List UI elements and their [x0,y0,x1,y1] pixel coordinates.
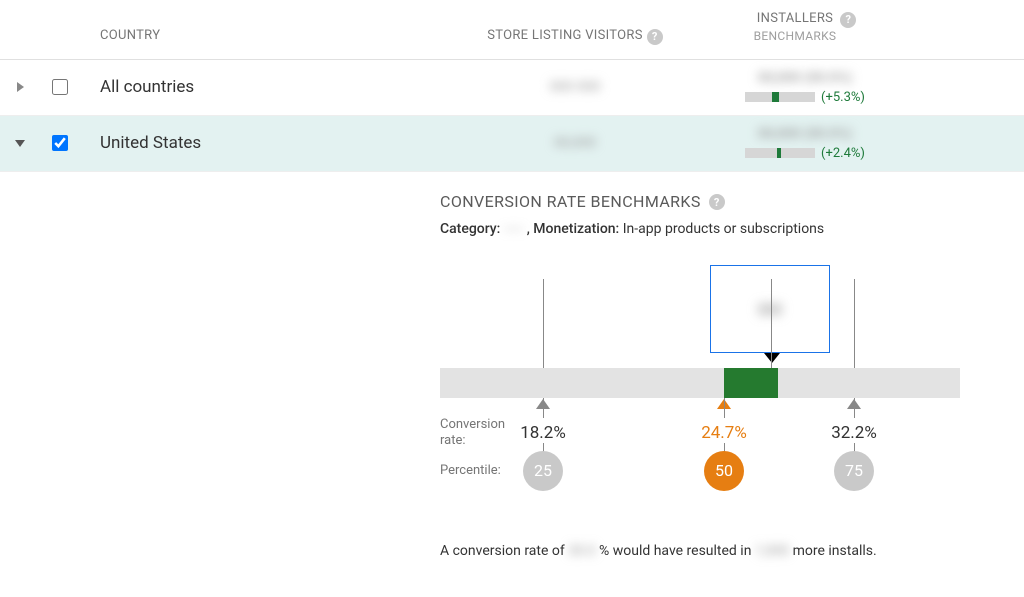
tick-line [543,279,544,368]
visitors-header: STORE LISTING VISITORS ? [460,27,690,45]
installers-value: 00,000 (00.0%) [758,126,852,142]
country-cell: All countries [80,77,460,97]
monetization-label: , Monetization: [527,221,620,237]
benchmark-chart: ●● Conversion rate: 18.2% 24.7% 32.2% Pe… [440,265,960,525]
benchmarks-section: CONVERSION RATE BENCHMARKS ? Category: -… [0,172,980,579]
footer-blur-2: 1,000 [755,543,789,559]
category-label: Category: [440,221,500,237]
tick-line [543,398,544,418]
benchmark-delta: (+2.4%) [821,146,865,161]
help-icon[interactable]: ? [840,12,856,28]
monetization-value: In-app products or subscriptions [623,221,824,237]
visitors-value: 00,000 [554,135,596,151]
conversion-rate-label: Conversion rate: [440,417,528,448]
table-row[interactable]: All countries 000 000 00,000 (00.0%) (+5.3%… [0,60,1024,116]
chevron-right-icon[interactable] [0,82,40,92]
checkbox-input[interactable] [52,135,68,151]
benchmark-mini-bar [745,92,815,102]
visitors-cell: 00,000 [460,135,690,151]
category-value: ----- [504,221,523,237]
table-header: COUNTRY STORE LISTING VISITORS ? INSTALL… [0,0,1024,60]
benchmark-track [440,368,960,398]
percentile-label: Percentile: [440,463,528,479]
visitors-cell: 000 000 [460,79,690,95]
country-cell: United States [80,133,460,153]
tick-line [854,279,855,368]
benchmarks-title-label: CONVERSION RATE BENCHMARKS [440,192,701,211]
row-checkbox [40,79,80,95]
benchmark-mini-bar-row: (+5.3%) [745,90,865,105]
rate-p25: 18.2% [520,423,566,443]
percentile-badge-75: 75 [834,451,874,491]
chevron-down-icon[interactable] [0,138,40,148]
footer-text-a: A conversion rate of [440,543,568,559]
row-checkbox [40,135,80,151]
benchmarks-header-label: BENCHMARKS [754,28,837,45]
country-header-label: COUNTRY [100,28,160,43]
benchmark-meta: Category: ----- , Monetization: In-app p… [440,221,980,237]
marker-pointer-icon [764,353,780,363]
country-name: United States [100,133,201,153]
benchmark-mini-bar [745,148,815,158]
benchmark-mini-bar-fill [777,148,781,158]
benchmark-delta: (+5.3%) [821,90,865,105]
installers-value: 00,000 (00.0%) [758,70,852,86]
tooltip-content: ●● [758,296,782,321]
rate-p75: 32.2% [831,423,877,443]
installers-header: INSTALLERS BENCHMARKS ? [690,10,920,45]
help-icon[interactable]: ? [647,29,663,45]
checkbox-input[interactable] [52,79,68,95]
benchmark-mini-bar-fill [772,92,779,102]
benchmark-track-fill [724,368,778,398]
percentile-row: Percentile: 25 50 75 [440,463,960,479]
visitors-header-label: STORE LISTING VISITORS [487,27,643,45]
rate-p50: 24.7% [701,423,747,443]
country-header: COUNTRY [80,27,460,45]
country-name: All countries [100,77,194,97]
tick-line [854,398,855,418]
table-row[interactable]: United States 00,000 00,000 (00.0%) (+2.4%) [0,116,1024,172]
tick-line [771,279,772,368]
conversion-rate-row: Conversion rate: 18.2% 24.7% 32.2% [440,417,960,448]
installers-cell: 00,000 (00.0%) (+5.3%) [690,70,920,105]
installers-cell: 00,000 (00.0%) (+2.4%) [690,126,920,161]
footer-blur-1: 30.0 [568,543,595,559]
benchmark-mini-bar-row: (+2.4%) [745,146,865,161]
footer-text-b: % would have resulted in [599,543,755,559]
help-icon[interactable]: ? [709,194,725,210]
percentile-badge-50: 50 [704,451,744,491]
footer-text-c: more installs. [793,543,877,559]
percentile-badge-25: 25 [523,451,563,491]
benchmark-tooltip[interactable]: ●● [710,265,830,353]
installers-header-label: INSTALLERS [754,10,837,28]
tick-line [724,398,725,418]
benchmark-footer: A conversion rate of 30.0 % would have r… [440,543,980,559]
visitors-value: 000 000 [550,79,601,95]
benchmarks-title: CONVERSION RATE BENCHMARKS ? [440,192,980,211]
